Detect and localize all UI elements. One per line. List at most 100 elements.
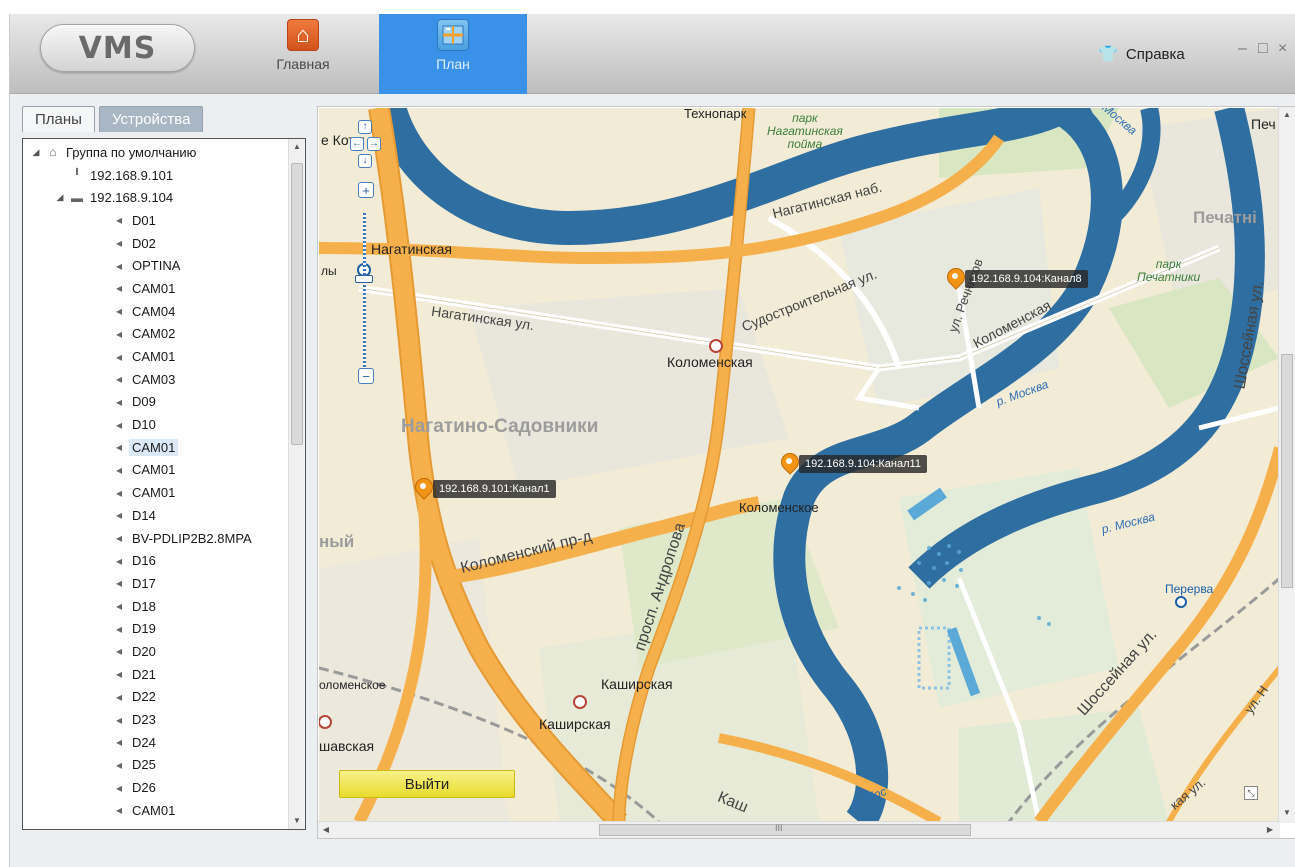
tree-item-label: D17	[132, 575, 156, 591]
tree-item[interactable]: ◂ BV-PDLIP2B2.8MPA	[23, 527, 305, 550]
tree-item[interactable]: ◂ CAM01	[23, 799, 305, 822]
camera-icon: ◂	[115, 621, 123, 636]
tree-item[interactable]: ◂ OPTINA	[23, 254, 305, 277]
map-vscroll-thumb[interactable]	[1281, 354, 1293, 588]
tree-scroll-thumb[interactable]	[291, 163, 303, 445]
tree-item-label: D01	[132, 212, 156, 228]
tree-item[interactable]: ◂ D26	[23, 776, 305, 799]
minimize-button[interactable]: –	[1238, 40, 1247, 58]
zoom-out-icon[interactable]: −	[358, 368, 374, 384]
tree-item[interactable]: ╹ 192.168.9.101	[23, 164, 305, 187]
map-label-yi: ный	[319, 532, 355, 551]
fullscreen-icon[interactable]: ⤡	[1244, 786, 1258, 800]
zoom-slider-handle[interactable]	[355, 275, 373, 283]
maximize-button[interactable]: □	[1258, 40, 1268, 58]
tree-item[interactable]: ◂ CAM01	[23, 277, 305, 300]
tree-item[interactable]: ◂ D09	[23, 391, 305, 414]
tree-item[interactable]: ◂ CAM01	[23, 436, 305, 459]
camera-icon: ◂	[115, 757, 123, 772]
tree-item[interactable]: ◂ D01	[23, 209, 305, 232]
map-label-pech: Печ	[1251, 116, 1276, 132]
tree-item[interactable]: ◂ D23	[23, 708, 305, 731]
map-hscroll-thumb[interactable]: III	[599, 823, 971, 836]
tree-item[interactable]: ◢ ⌂ Группа по умолчанию	[23, 141, 305, 164]
camera-marker-kanal1[interactable]: 192.168.9.101:Канал1	[415, 478, 556, 500]
camera-marker-kanal8[interactable]: 192.168.9.104:Канал8	[947, 268, 1088, 290]
camera-icon: ◂	[115, 236, 123, 251]
tree-item[interactable]: ◂ D16	[23, 549, 305, 572]
vms-logo: VMS	[40, 24, 195, 72]
camera-icon: ◂	[115, 394, 123, 409]
tree-item-label: OPTINA	[132, 258, 181, 274]
scroll-right-icon[interactable]: ▶	[1262, 822, 1278, 838]
zoom-slider-rail[interactable]	[363, 213, 366, 368]
map-pin-icon	[415, 478, 431, 500]
expand-arrow-icon[interactable]: ◢	[53, 192, 67, 203]
camera-icon: ◂	[115, 712, 123, 727]
expand-arrow-icon[interactable]: ◢	[29, 147, 43, 158]
tree-item[interactable]: ◢ ▬ 192.168.9.104	[23, 186, 305, 209]
scroll-up-icon[interactable]: ▲	[289, 139, 305, 155]
tree-item[interactable]: ◂ D14	[23, 504, 305, 527]
tree-item[interactable]: ◂ D22	[23, 686, 305, 709]
close-button[interactable]: ×	[1278, 40, 1287, 58]
device-tree: ◢ ⌂ Группа по умолчанию ╹ 192.168.9.101 ◢ ▬ 192…	[22, 138, 306, 830]
map-label-kolomenskoe: Коломенское	[739, 500, 819, 515]
pan-right-icon[interactable]: →	[367, 137, 381, 151]
tree-item[interactable]: ◂ CAM02	[23, 323, 305, 346]
tree-item[interactable]: ◂ D10	[23, 413, 305, 436]
camera-icon: ◂	[115, 508, 123, 523]
camera-icon: ◂	[115, 735, 123, 750]
tree-item[interactable]: ◂ D24	[23, 731, 305, 754]
pan-up-icon[interactable]: ↑	[358, 120, 372, 134]
tree-scrollbar[interactable]: ▲ ▼	[288, 139, 305, 829]
camera-icon: ◂	[115, 281, 123, 296]
tree-item-label: CAM02	[132, 326, 176, 342]
scroll-up-icon[interactable]: ▲	[1279, 107, 1295, 123]
left-tabs: Планы Устройства	[22, 106, 204, 132]
map-vertical-scrollbar[interactable]: ▲ ▼	[1278, 107, 1295, 823]
tree-item-label: D22	[132, 689, 156, 705]
pan-left-icon[interactable]: ←	[350, 137, 364, 151]
scroll-down-icon[interactable]: ▼	[1279, 805, 1295, 821]
tree-item[interactable]: ◂ D18	[23, 595, 305, 618]
tree-item[interactable]: ◂ CAM03	[23, 368, 305, 391]
tree-item[interactable]: ◂ D02	[23, 232, 305, 255]
tree-item[interactable]: ◂ D17	[23, 572, 305, 595]
camera-marker-kanal11[interactable]: 192.168.9.104:Канал11	[781, 453, 927, 475]
tree-item[interactable]: ◂ D25	[23, 754, 305, 777]
help-button[interactable]: 👕 Справка	[1098, 44, 1185, 64]
nav-plan-button[interactable]: План	[379, 14, 527, 94]
tree-item[interactable]: ◂ D21	[23, 663, 305, 686]
camera-icon: ◂	[115, 349, 123, 364]
camera-icon: ◂	[115, 599, 123, 614]
tree-item[interactable]: ◂ D19	[23, 617, 305, 640]
shirt-icon: 👕	[1098, 46, 1118, 63]
tree-item-label: CAM04	[132, 303, 176, 319]
zoom-in-icon[interactable]: +	[358, 182, 374, 198]
map-view[interactable]: Технопарк парк Нагатинская пойма Печ Мос…	[319, 108, 1280, 822]
tree-item[interactable]: ◂ CAM01	[23, 481, 305, 504]
tree-item-label: D19	[132, 621, 156, 637]
map-label-ly: лы	[321, 264, 337, 278]
exit-button[interactable]: Выйти	[339, 770, 515, 798]
tree-item-label: D09	[132, 394, 156, 410]
tree-item[interactable]: ◂ CAM01	[23, 459, 305, 482]
camera-icon: ◂	[115, 667, 123, 682]
nav-home-button[interactable]: ⌂ Главная	[268, 14, 338, 94]
camera-icon: ◂	[115, 803, 123, 818]
tree-item[interactable]: ◂ CAM04	[23, 300, 305, 323]
map-label-pechatn: Печатні	[1193, 208, 1257, 227]
tree-item-label: CAM01	[132, 280, 176, 296]
tab-devices[interactable]: Устройства	[98, 106, 204, 132]
scroll-left-icon[interactable]: ◀	[318, 822, 334, 838]
pan-down-icon[interactable]: ↓	[358, 154, 372, 168]
scroll-down-icon[interactable]: ▼	[289, 813, 305, 829]
tree-item[interactable]: ◂ CAM01	[23, 345, 305, 368]
map-horizontal-scrollbar[interactable]: ◀ III ▶	[318, 821, 1280, 838]
tab-plans[interactable]: Планы	[22, 106, 95, 132]
camera-icon: ◂	[115, 213, 123, 228]
camera-icon: ◂	[115, 462, 123, 477]
tree-item[interactable]: ◂ D20	[23, 640, 305, 663]
camera-marker-label: 192.168.9.101:Канал1	[433, 480, 556, 498]
